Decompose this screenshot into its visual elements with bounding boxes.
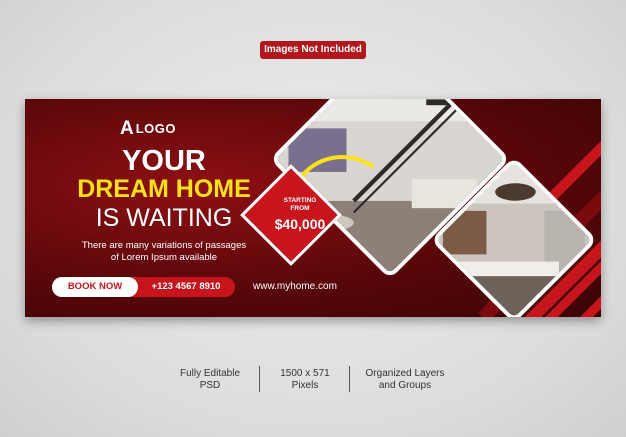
starting-label-2: FROM (290, 205, 310, 212)
logo-text: LOGO (135, 121, 177, 136)
feature-layers-line-2: and Groups (378, 380, 432, 391)
feature-divider-1 (259, 366, 260, 392)
feature-layers-line-1: Organized Layers (365, 368, 445, 379)
logo-mark-icon: A (120, 118, 134, 139)
feature-layers: Organized Layers and Groups (355, 368, 455, 392)
feature-dimensions: 1500 x 571 Pixels (265, 368, 345, 392)
description-text: There are many variations of passages of… (45, 240, 283, 264)
feature-divider-2 (349, 366, 350, 392)
facebook-cover-banner: A LOGO YOUR DREAM HOME IS WAITING There … (25, 99, 601, 317)
feature-dimensions-line-1: 1500 x 571 (280, 368, 330, 379)
phone-number[interactable]: +123 4567 8910 (146, 277, 226, 297)
images-not-included-badge: Images Not Included (260, 41, 366, 59)
headline-line-1: YOUR (122, 145, 206, 177)
description-line-2: of Lorem Ipsum available (110, 252, 218, 263)
brand-logo: A LOGO (120, 119, 176, 138)
headline-line-2: DREAM HOME (77, 175, 251, 203)
feature-dimensions-line-2: Pixels (291, 380, 319, 391)
starting-label-1: STARTING (283, 197, 317, 204)
feature-editable-line-1: Fully Editable (179, 368, 241, 379)
description-line-1: There are many variations of passages (81, 240, 247, 251)
website-link[interactable]: www.myhome.com (253, 281, 337, 292)
feature-editable-line-2: PSD (199, 380, 221, 391)
price-tag: STARTING FROM $40,000 (255, 197, 345, 232)
price-value: $40,000 (274, 216, 326, 232)
book-now-button[interactable]: BOOK NOW (52, 277, 138, 297)
feature-editable: Fully Editable PSD (165, 368, 255, 392)
